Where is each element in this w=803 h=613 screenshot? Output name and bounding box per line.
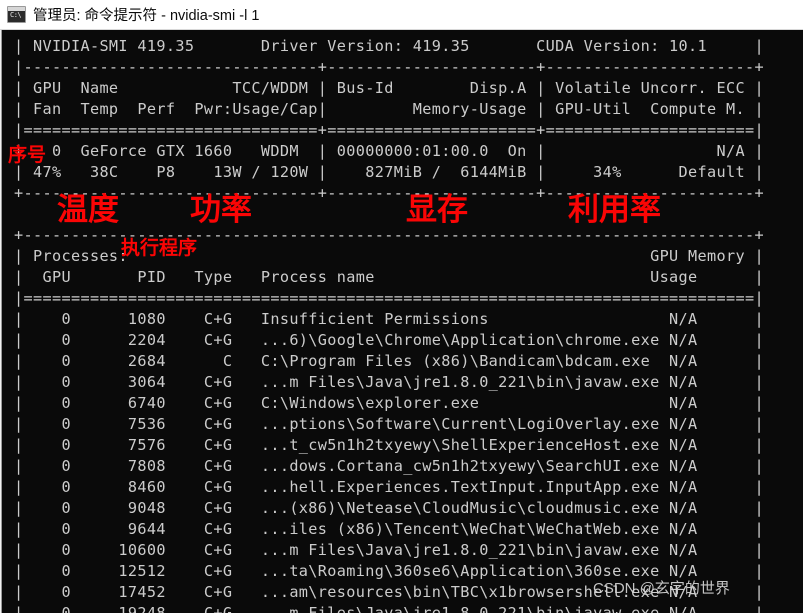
annotation-temperature: 温度 <box>57 192 119 227</box>
terminal-line: |-------------------------------+-------… <box>14 58 764 76</box>
terminal-line: | 0 19248 C+G ...m Files\Java\jre1.8.0_2… <box>14 604 764 613</box>
terminal-line: | 0 12512 C+G ...ta\Roaming\360se6\Appli… <box>14 562 764 580</box>
terminal-line: | 0 9644 C+G ...iles (x86)\Tencent\WeCha… <box>14 520 764 538</box>
cmd-icon-glyph: C:\ <box>10 11 22 19</box>
annotation-memory: 显存 <box>406 192 468 227</box>
window-left-border <box>0 30 4 613</box>
terminal-line: |===============================+=======… <box>14 121 764 139</box>
terminal-line: | 0 10600 C+G ...m Files\Java\jre1.8.0_2… <box>14 541 764 559</box>
terminal-line: | 0 7576 C+G ...t_cw5n1h2txyewy\ShellExp… <box>14 436 764 454</box>
terminal-line: | GPU PID Type Process name Usage | <box>14 268 764 286</box>
window-titlebar[interactable]: C:\ 管理员: 命令提示符 - nvidia-smi -l 1 <box>0 0 803 30</box>
annotation-processes: 执行程序 <box>121 238 198 259</box>
terminal-output[interactable]: | NVIDIA-SMI 419.35 Driver Version: 419.… <box>0 30 803 613</box>
terminal-line: | 0 1080 C+G Insufficient Permissions N/… <box>14 310 764 328</box>
terminal-line: | GPU Name TCC/WDDM | Bus-Id Disp.A | Vo… <box>14 79 764 97</box>
cmd-prompt-icon: C:\ <box>7 6 26 23</box>
terminal-line: | 0 GeForce GTX 1660 WDDM | 00000000:01:… <box>14 142 764 160</box>
terminal-line: | 0 6740 C+G C:\Windows\explorer.exe N/A… <box>14 394 764 412</box>
terminal-line: | 0 8460 C+G ...hell.Experiences.TextInp… <box>14 478 764 496</box>
annotation-power: 功率 <box>190 192 252 227</box>
terminal-line: | NVIDIA-SMI 419.35 Driver Version: 419.… <box>14 37 764 55</box>
cmd-window: C:\ 管理员: 命令提示符 - nvidia-smi -l 1 | NVIDI… <box>0 0 803 613</box>
terminal-line: |=======================================… <box>14 289 764 307</box>
terminal-line: | 0 2684 C C:\Program Files (x86)\Bandic… <box>14 352 764 370</box>
terminal-line: | 0 7808 C+G ...dows.Cortana_cw5n1h2txye… <box>14 457 764 475</box>
csdn-watermark: CSDN @玄字的世界 <box>593 580 730 597</box>
terminal-line: | 0 9048 C+G ...(x86)\Netease\CloudMusic… <box>14 499 764 517</box>
terminal-line: | Fan Temp Perf Pwr:Usage/Cap| Memory-Us… <box>14 100 764 118</box>
terminal-line: | 47% 38C P8 13W / 120W | 827MiB / 6144M… <box>14 163 764 181</box>
terminal-line: | 0 3064 C+G ...m Files\Java\jre1.8.0_22… <box>14 373 764 391</box>
annotation-utilization: 利用率 <box>568 192 661 227</box>
window-title: 管理员: 命令提示符 - nvidia-smi -l 1 <box>33 8 260 24</box>
annotation-index: 序号 <box>8 145 47 166</box>
terminal-line: | 0 7536 C+G ...ptions\Software\Current\… <box>14 415 764 433</box>
terminal-line: | 0 2204 C+G ...6)\Google\Chrome\Applica… <box>14 331 764 349</box>
